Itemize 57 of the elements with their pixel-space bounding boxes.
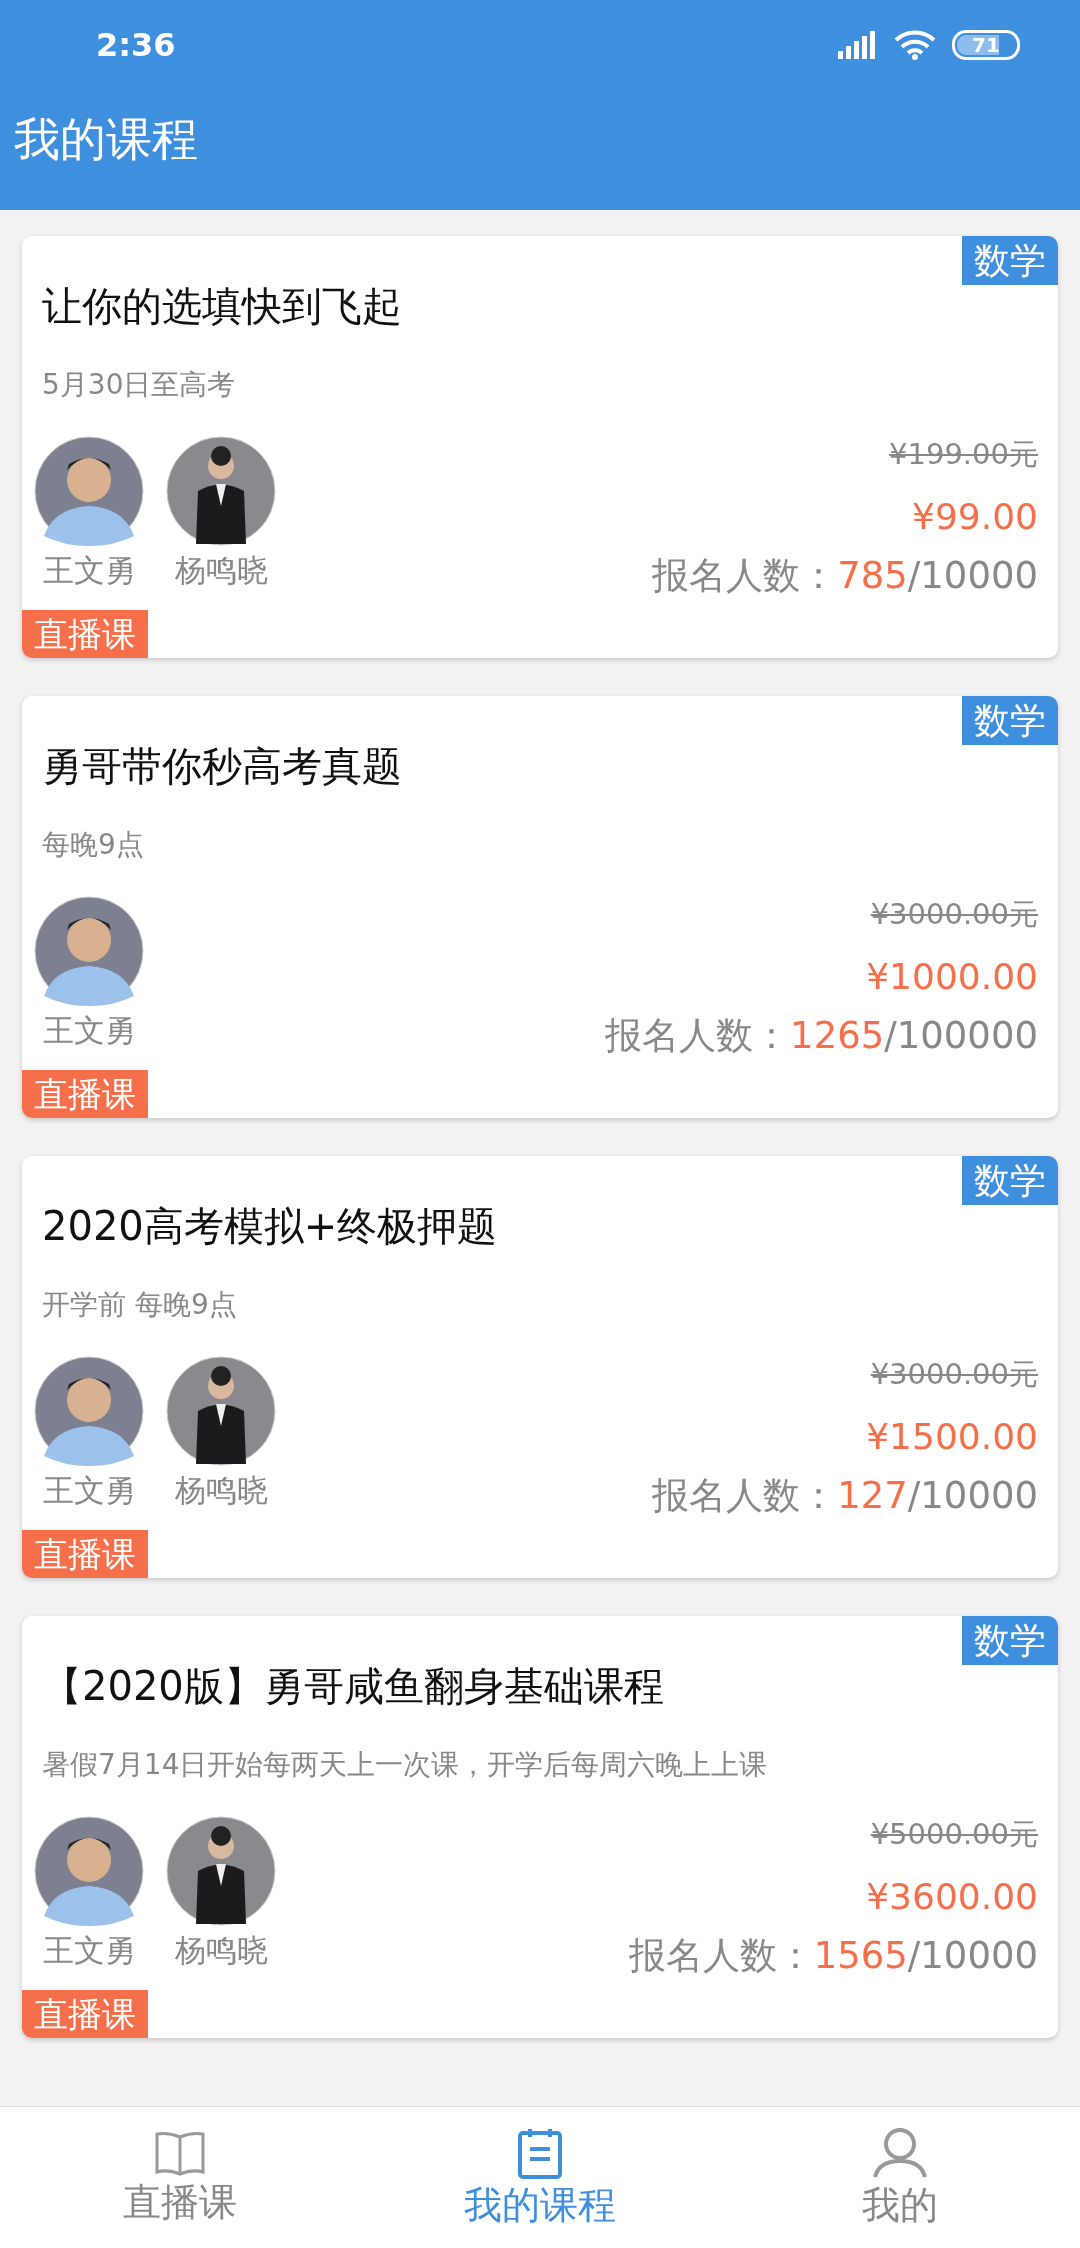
course-title: 【2020版】勇哥咸鱼翻身基础课程 (42, 1662, 664, 1711)
course-schedule: 每晚9点 (42, 827, 144, 863)
live-tag: 直播课 (22, 1069, 148, 1118)
course-title: 让你的选填快到飞起 (42, 282, 402, 331)
person-icon (871, 2126, 929, 2179)
teacher-name: 王文勇 (42, 1012, 136, 1050)
subject-tag: 数学 (962, 1156, 1058, 1205)
teacher-name: 王文勇 (42, 1472, 136, 1510)
original-price: ¥3000.00元 (870, 1356, 1038, 1393)
original-price: ¥5000.00元 (870, 1816, 1038, 1853)
notepad-icon (517, 2126, 563, 2179)
price: ¥1500.00 (866, 1414, 1038, 1459)
enrollment-label: 报名人数： (628, 1933, 814, 1980)
course-schedule: 暑假7月14日开始每两天上一次课，开学后每周六晚上上课 (42, 1747, 768, 1783)
live-tag: 直播课 (22, 1529, 148, 1578)
enrollment-label: 报名人数： (652, 1473, 838, 1520)
teacher-name: 杨鸣晓 (174, 1932, 268, 1970)
subject-tag: 数学 (962, 696, 1058, 745)
teacher-name: 王文勇 (42, 552, 136, 590)
subject-tag: 数学 (962, 236, 1058, 285)
signal-icon (838, 31, 878, 59)
wifi-icon (894, 30, 936, 60)
course-title: 2020高考模拟+终极押题 (42, 1202, 498, 1251)
battery-level: 71 (972, 32, 1000, 59)
enrolled-count: 785 (837, 553, 908, 600)
original-price: ¥199.00元 (889, 436, 1038, 473)
capacity-text: /10000 (907, 1933, 1038, 1980)
course-title: 勇哥带你秒高考真题 (42, 742, 402, 791)
capacity-text: /10000 (907, 553, 1038, 600)
course-schedule: 开学前 每晚9点 (42, 1287, 237, 1323)
course-card[interactable]: 数学 2020高考模拟+终极押题 开学前 每晚9点 王文勇 杨鸣晓 直播课 ¥3000.00元 ¥1500.00 报名人数：127/10000 (22, 1156, 1058, 1578)
price: ¥1000.00 (866, 954, 1038, 999)
book-icon (154, 2129, 206, 2176)
course-schedule: 5月30日至高考 (42, 367, 236, 403)
subject-tag: 数学 (962, 1616, 1058, 1665)
status-time: 2:36 (96, 25, 176, 66)
enrolled-count: 127 (837, 1473, 908, 1520)
teacher-name: 王文勇 (42, 1932, 136, 1970)
enrolled-count: 1265 (790, 1013, 885, 1060)
price: ¥3600.00 (866, 1874, 1038, 1919)
capacity-text: /100000 (884, 1013, 1038, 1060)
original-price: ¥3000.00元 (870, 896, 1038, 933)
capacity-text: /10000 (907, 1473, 1038, 1520)
page-title: 我的课程 (13, 111, 199, 168)
course-card[interactable]: 数学 【2020版】勇哥咸鱼翻身基础课程 暑假7月14日开始每两天上一次课，开学后每周六晚上上课 王文勇 杨鸣晓 直播课 ¥5000.00元 ¥3600.00 报名人数：1565/10000 (22, 1616, 1058, 2038)
enrollment-label: 报名人数： (605, 1013, 791, 1060)
enrolled-count: 1565 (813, 1933, 908, 1980)
nav-tab[interactable]: 直播课 (0, 2107, 360, 2248)
live-tag: 直播课 (22, 609, 148, 658)
teacher-name: 杨鸣晓 (174, 552, 268, 590)
nav-tab[interactable]: 我的 (720, 2107, 1080, 2248)
enrollment-label: 报名人数： (652, 553, 838, 600)
teacher-name: 杨鸣晓 (174, 1472, 268, 1510)
live-tag: 直播课 (22, 1989, 148, 2038)
course-card[interactable]: 数学 让你的选填快到飞起 5月30日至高考 王文勇 杨鸣晓 直播课 ¥199.00元 ¥99.00 报名人数：785/10000 (22, 236, 1058, 658)
course-card[interactable]: 数学 勇哥带你秒高考真题 每晚9点 王文勇 直播课 ¥3000.00元 ¥1000.00 报名人数：1265/100000 (22, 696, 1058, 1118)
price: ¥99.00 (912, 494, 1038, 539)
